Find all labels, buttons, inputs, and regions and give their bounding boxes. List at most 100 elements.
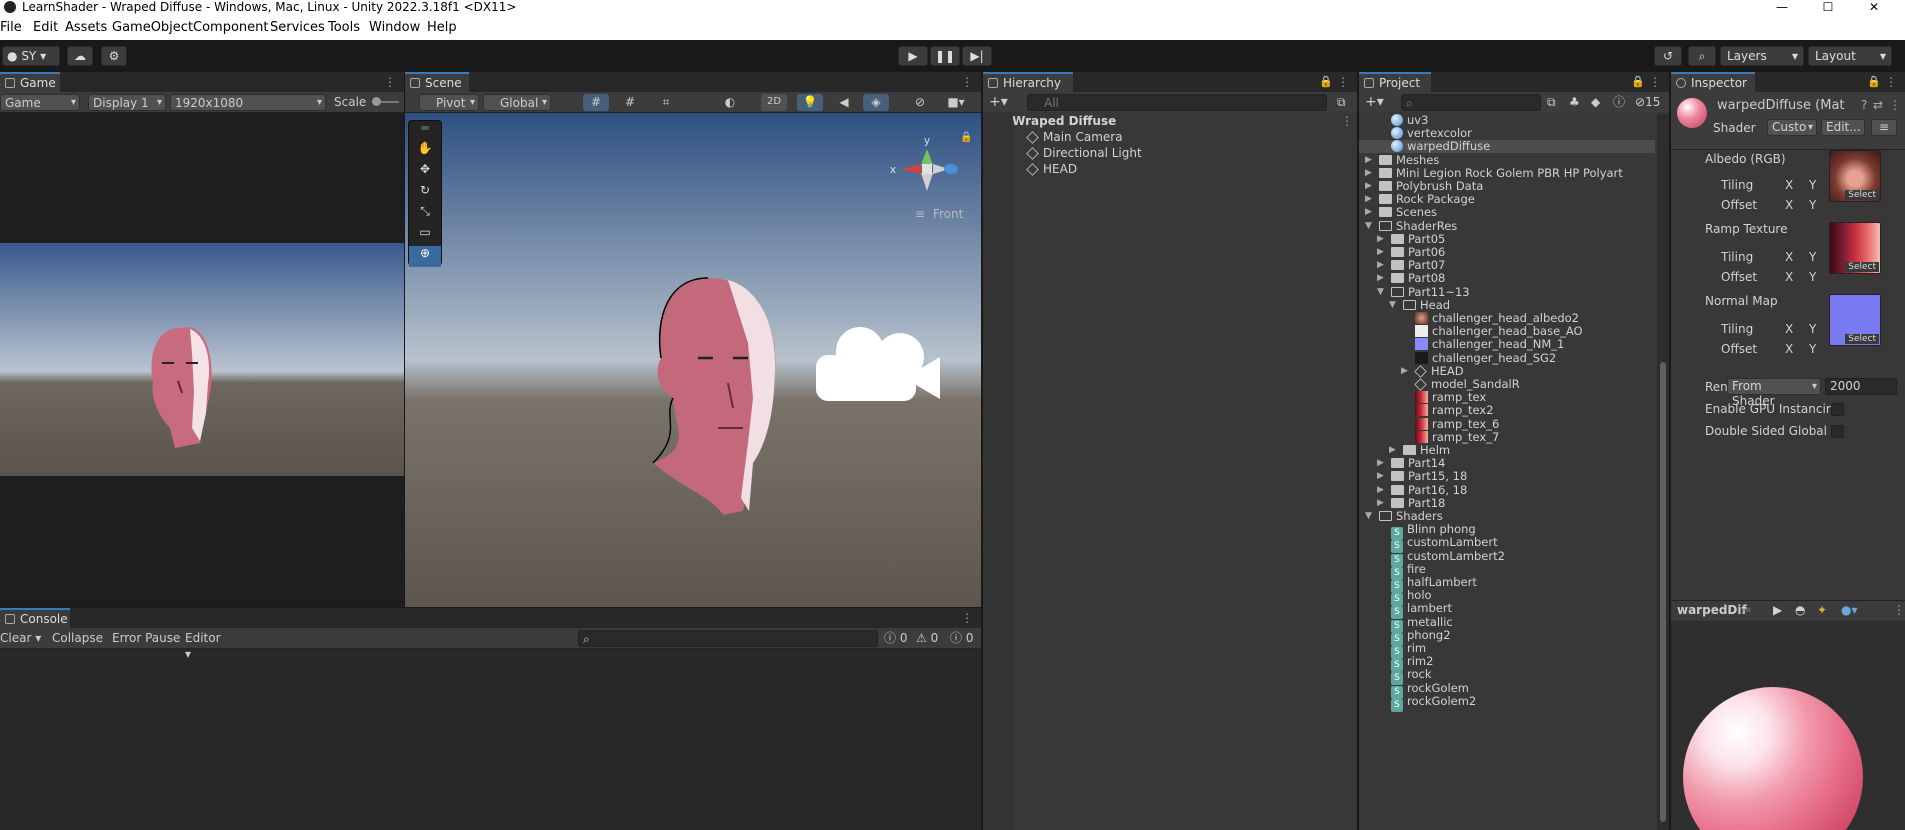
project-item[interactable]: ▶ Mini Legion Rock Golem PBR HP Polyart xyxy=(1359,166,1655,180)
draw-mode-icon[interactable]: ◐ xyxy=(717,94,743,111)
menu-file[interactable]: File xyxy=(0,20,22,35)
scale-slider[interactable] xyxy=(372,94,402,111)
project-item[interactable]: Slambert xyxy=(1359,602,1655,620)
project-item[interactable]: ▼ Shaders xyxy=(1359,510,1655,523)
expand-arrow-icon[interactable]: ▶ xyxy=(1389,444,1396,457)
label-icon[interactable]: ◆ xyxy=(1591,94,1600,111)
hierarchy-item-head[interactable]: HEAD xyxy=(1026,162,1077,178)
render-queue-dropdown[interactable]: From Shader xyxy=(1727,378,1821,408)
project-item[interactable]: ▼ Part11~13 xyxy=(1359,285,1655,299)
material-menu-icon[interactable]: ⋮ xyxy=(1889,98,1901,112)
tab-console[interactable]: Console xyxy=(0,608,70,628)
play-button[interactable]: ▶ xyxy=(898,46,928,66)
project-item[interactable]: ▶ Part06 xyxy=(1359,246,1655,259)
close-icon[interactable]: ✕ xyxy=(1851,0,1897,16)
menu-gameobject[interactable]: GameObject xyxy=(112,20,193,35)
log-count[interactable]: ⓘ 0 xyxy=(884,630,907,647)
clear-button[interactable]: Clear ▾ xyxy=(0,630,44,647)
project-item[interactable]: ▶ Helm xyxy=(1359,444,1655,457)
project-scrollbar[interactable] xyxy=(1657,114,1669,830)
rotate-tool-icon[interactable]: ↻ xyxy=(409,183,441,204)
project-item[interactable]: ▼ Head xyxy=(1359,298,1655,312)
shader-dropdown[interactable]: Custo xyxy=(1767,119,1817,136)
render-queue-input[interactable]: 2000 xyxy=(1825,378,1897,395)
project-item[interactable]: Sholo xyxy=(1359,589,1655,607)
tab-project[interactable]: Project xyxy=(1359,72,1431,92)
transform-tool-icon[interactable]: ⊕ xyxy=(409,246,441,267)
collapse-button[interactable]: Collapse xyxy=(52,630,103,647)
project-item[interactable]: Sfire xyxy=(1359,562,1655,580)
expand-arrow-icon[interactable]: ▶ xyxy=(1401,365,1408,378)
project-item[interactable]: uv3 xyxy=(1359,114,1655,127)
hierarchy-lock-icon[interactable]: 🔒 xyxy=(1319,75,1333,88)
project-item[interactable]: SrockGolem2 xyxy=(1359,694,1655,712)
hidden-objects-icon[interactable]: ⊘ xyxy=(907,94,933,111)
step-button[interactable]: ▶| xyxy=(962,46,992,66)
preset-icon[interactable]: ⇄ xyxy=(1873,98,1883,112)
expand-arrow-icon[interactable]: ▶ xyxy=(1365,154,1372,167)
preview-mesh-icon[interactable]: ◓ xyxy=(1795,603,1805,617)
project-add-button[interactable]: +▾ xyxy=(1365,94,1384,111)
warning-count[interactable]: ⚠ 0 xyxy=(916,630,938,647)
collapse-arrow-icon[interactable]: ▼ xyxy=(1377,286,1384,299)
game-view[interactable] xyxy=(0,113,404,607)
menu-window[interactable]: Window xyxy=(369,20,420,35)
history-icon[interactable]: ↺ xyxy=(1654,46,1682,66)
project-item[interactable]: ▶ Rock Package xyxy=(1359,193,1655,206)
scale-tool-icon[interactable]: ⤡ xyxy=(409,204,441,225)
menu-tools[interactable]: Tools xyxy=(328,20,360,35)
expand-arrow-icon[interactable]: ▶ xyxy=(1377,259,1384,272)
project-menu-icon[interactable]: ⋮ xyxy=(1649,75,1661,89)
grid-icon[interactable]: # xyxy=(617,94,643,111)
tab-hierarchy[interactable]: Hierarchy xyxy=(983,72,1073,92)
project-item[interactable]: vertexcolor xyxy=(1359,127,1655,140)
expand-arrow-icon[interactable]: ▶ xyxy=(1365,180,1372,193)
editor-dropdown[interactable]: Editor ▾ xyxy=(185,630,229,661)
hierarchy-item-main-camera[interactable]: Main Camera xyxy=(1026,130,1123,146)
console-menu-icon[interactable]: ⋮ xyxy=(961,611,973,625)
preview-sphere-icon[interactable]: ●▾ xyxy=(1841,603,1858,617)
menu-services[interactable]: Services xyxy=(270,20,325,35)
hierarchy-add-button[interactable]: +▾ xyxy=(989,94,1008,111)
expand-arrow-icon[interactable]: ▶ xyxy=(1377,497,1384,510)
project-item[interactable]: S Blinn phong xyxy=(1359,523,1655,541)
project-item[interactable]: ▶ Part15, 18 xyxy=(1359,470,1655,483)
expand-arrow-icon[interactable]: ▶ xyxy=(1365,206,1372,219)
project-search-input[interactable]: ⌕ xyxy=(1401,94,1541,111)
project-item[interactable]: SrockGolem xyxy=(1359,681,1655,699)
info-icon[interactable]: ⓘ xyxy=(1613,94,1625,111)
menu-help[interactable]: Help xyxy=(427,20,457,35)
project-item[interactable]: ▶ Polybrush Data xyxy=(1359,180,1655,193)
project-item[interactable]: ▼ ShaderRes xyxy=(1359,219,1655,233)
layout-dropdown[interactable]: Layout ▾ xyxy=(1808,46,1892,66)
cloud-icon[interactable]: ☁ xyxy=(67,46,93,66)
hierarchy-search-input[interactable]: All xyxy=(1027,94,1327,111)
rect-tool-icon[interactable]: ▭ xyxy=(409,225,441,246)
tab-inspector[interactable]: Inspector xyxy=(1671,72,1755,92)
project-item[interactable]: ScustomLambert xyxy=(1359,536,1655,554)
menu-assets[interactable]: Assets xyxy=(65,20,107,35)
material-preview[interactable] xyxy=(1671,621,1905,830)
gizmo-lock-icon[interactable]: 🔒 xyxy=(960,131,972,143)
account-dropdown[interactable]: ● SY ▾ xyxy=(2,46,60,66)
lighting-icon[interactable]: 💡 xyxy=(797,94,823,111)
project-item[interactable]: ▶ Part08 xyxy=(1359,272,1655,285)
preview-light-icon[interactable]: ✦ xyxy=(1817,603,1827,617)
error-pause-button[interactable]: Error Pause xyxy=(112,630,180,647)
ramp-texture-slot[interactable]: Select xyxy=(1829,222,1881,274)
search-by-type-icon[interactable]: ⧉ xyxy=(1547,94,1556,111)
project-item[interactable]: ▶ Scenes xyxy=(1359,206,1655,219)
collapse-arrow-icon[interactable]: ▼ xyxy=(1389,299,1396,312)
project-item[interactable]: ramp_tex_6 xyxy=(1359,417,1655,431)
project-item[interactable]: ▶ Part07 xyxy=(1359,259,1655,272)
gpu-instancing-checkbox[interactable] xyxy=(1831,403,1844,416)
hierarchy-menu-icon[interactable]: ⋮ xyxy=(1337,75,1349,89)
project-item[interactable]: ScustomLambert2 xyxy=(1359,549,1655,567)
expand-arrow-icon[interactable]: ▶ xyxy=(1377,457,1384,470)
inspector-lock-icon[interactable]: 🔒 xyxy=(1867,75,1881,88)
project-item[interactable]: model_SandalR xyxy=(1359,378,1655,391)
help-icon[interactable]: ? xyxy=(1861,98,1867,112)
collapse-arrow-icon[interactable]: ▼ xyxy=(1365,510,1372,523)
pivot-dropdown[interactable]: Pivot xyxy=(419,94,479,111)
project-item[interactable]: ShalfLambert xyxy=(1359,576,1655,593)
